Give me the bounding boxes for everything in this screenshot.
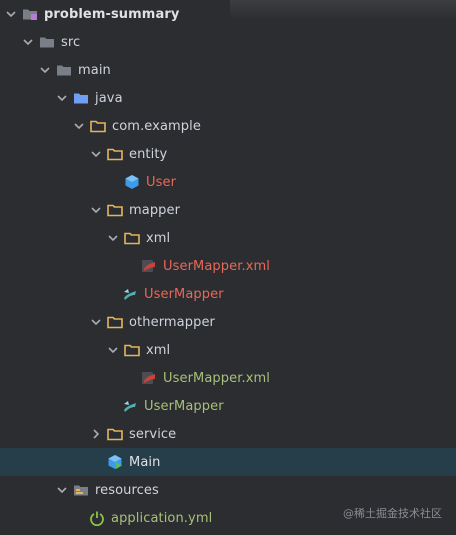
tree-item-othermapper[interactable]: othermapper [0, 308, 456, 336]
chevron-down-icon[interactable] [4, 7, 18, 21]
tree-item-mapper-xml[interactable]: xml [0, 224, 456, 252]
tree-item-label: entity [129, 146, 168, 162]
tree-item-mapper-interface[interactable]: UserMapper [0, 280, 456, 308]
chevron-down-icon[interactable] [72, 119, 86, 133]
tree-item-label: application.yml [111, 510, 213, 526]
spring-config-icon [89, 510, 105, 526]
tree-item-label: problem-summary [44, 6, 180, 22]
package-icon [107, 426, 123, 442]
tree-item-label: User [146, 174, 177, 190]
tree-item-user[interactable]: User [0, 168, 456, 196]
tree-item-label: resources [95, 482, 159, 498]
package-icon [107, 314, 123, 330]
module-folder-icon [22, 6, 38, 22]
tree-item-main-class[interactable]: Main [0, 448, 456, 476]
tree-item-mapper[interactable]: mapper [0, 196, 456, 224]
chevron-down-icon[interactable] [89, 203, 103, 217]
tree-item-label: Main [129, 454, 161, 470]
watermark: @稀土掘金技术社区 [343, 507, 442, 520]
tree-item-com-example[interactable]: com.example [0, 112, 456, 140]
mybatis-interface-icon [122, 286, 138, 302]
tree-item-main[interactable]: main [0, 56, 456, 84]
tree-item-java[interactable]: java [0, 84, 456, 112]
mybatis-xml-icon [141, 258, 157, 274]
tree-item-label: othermapper [129, 314, 215, 330]
class-icon [124, 174, 140, 190]
resources-folder-icon [73, 482, 89, 498]
tree-item-label: com.example [112, 118, 201, 134]
chevron-down-icon[interactable] [106, 343, 120, 357]
chevron-down-icon[interactable] [89, 315, 103, 329]
tree-item-label: src [61, 34, 81, 50]
tree-item-label: UserMapper.xml [163, 370, 270, 386]
tree-item-label: main [78, 62, 111, 78]
tree-item-mapper-xml-file[interactable]: UserMapper.xml [0, 252, 456, 280]
package-icon [90, 118, 106, 134]
chevron-down-icon[interactable] [89, 147, 103, 161]
tree-item-label: xml [146, 230, 171, 246]
tree-item-label: UserMapper.xml [163, 258, 270, 274]
package-icon [107, 202, 123, 218]
tree-item-problem-summary[interactable]: problem-summary [0, 0, 456, 28]
tree-item-label: service [129, 426, 177, 442]
chevron-down-icon[interactable] [21, 35, 35, 49]
tree-item-src[interactable]: src [0, 28, 456, 56]
tree-item-othermapper-xml-file[interactable]: UserMapper.xml [0, 364, 456, 392]
folder-icon [39, 34, 55, 50]
tree-item-label: UserMapper [144, 286, 224, 302]
tree-item-service[interactable]: service [0, 420, 456, 448]
mybatis-xml-icon [141, 370, 157, 386]
tree-item-resources[interactable]: resources [0, 476, 456, 504]
tree-item-label: mapper [129, 202, 181, 218]
tree-item-label: xml [146, 342, 171, 358]
mybatis-interface-icon [122, 398, 138, 414]
tree-item-label: java [95, 90, 123, 106]
project-tree: problem-summary src main java com.exampl… [0, 0, 456, 535]
folder-icon [56, 62, 72, 78]
tree-item-othermapper-xml[interactable]: xml [0, 336, 456, 364]
source-folder-icon [73, 90, 89, 106]
chevron-down-icon[interactable] [55, 91, 69, 105]
chevron-down-icon[interactable] [38, 63, 52, 77]
package-icon [124, 230, 140, 246]
chevron-right-icon[interactable] [89, 427, 103, 441]
package-icon [124, 342, 140, 358]
main-class-icon [107, 454, 123, 470]
tree-item-label: UserMapper [144, 398, 224, 414]
package-icon [107, 146, 123, 162]
tree-item-entity[interactable]: entity [0, 140, 456, 168]
chevron-down-icon[interactable] [106, 231, 120, 245]
chevron-down-icon[interactable] [55, 483, 69, 497]
tree-item-othermapper-interface[interactable]: UserMapper [0, 392, 456, 420]
